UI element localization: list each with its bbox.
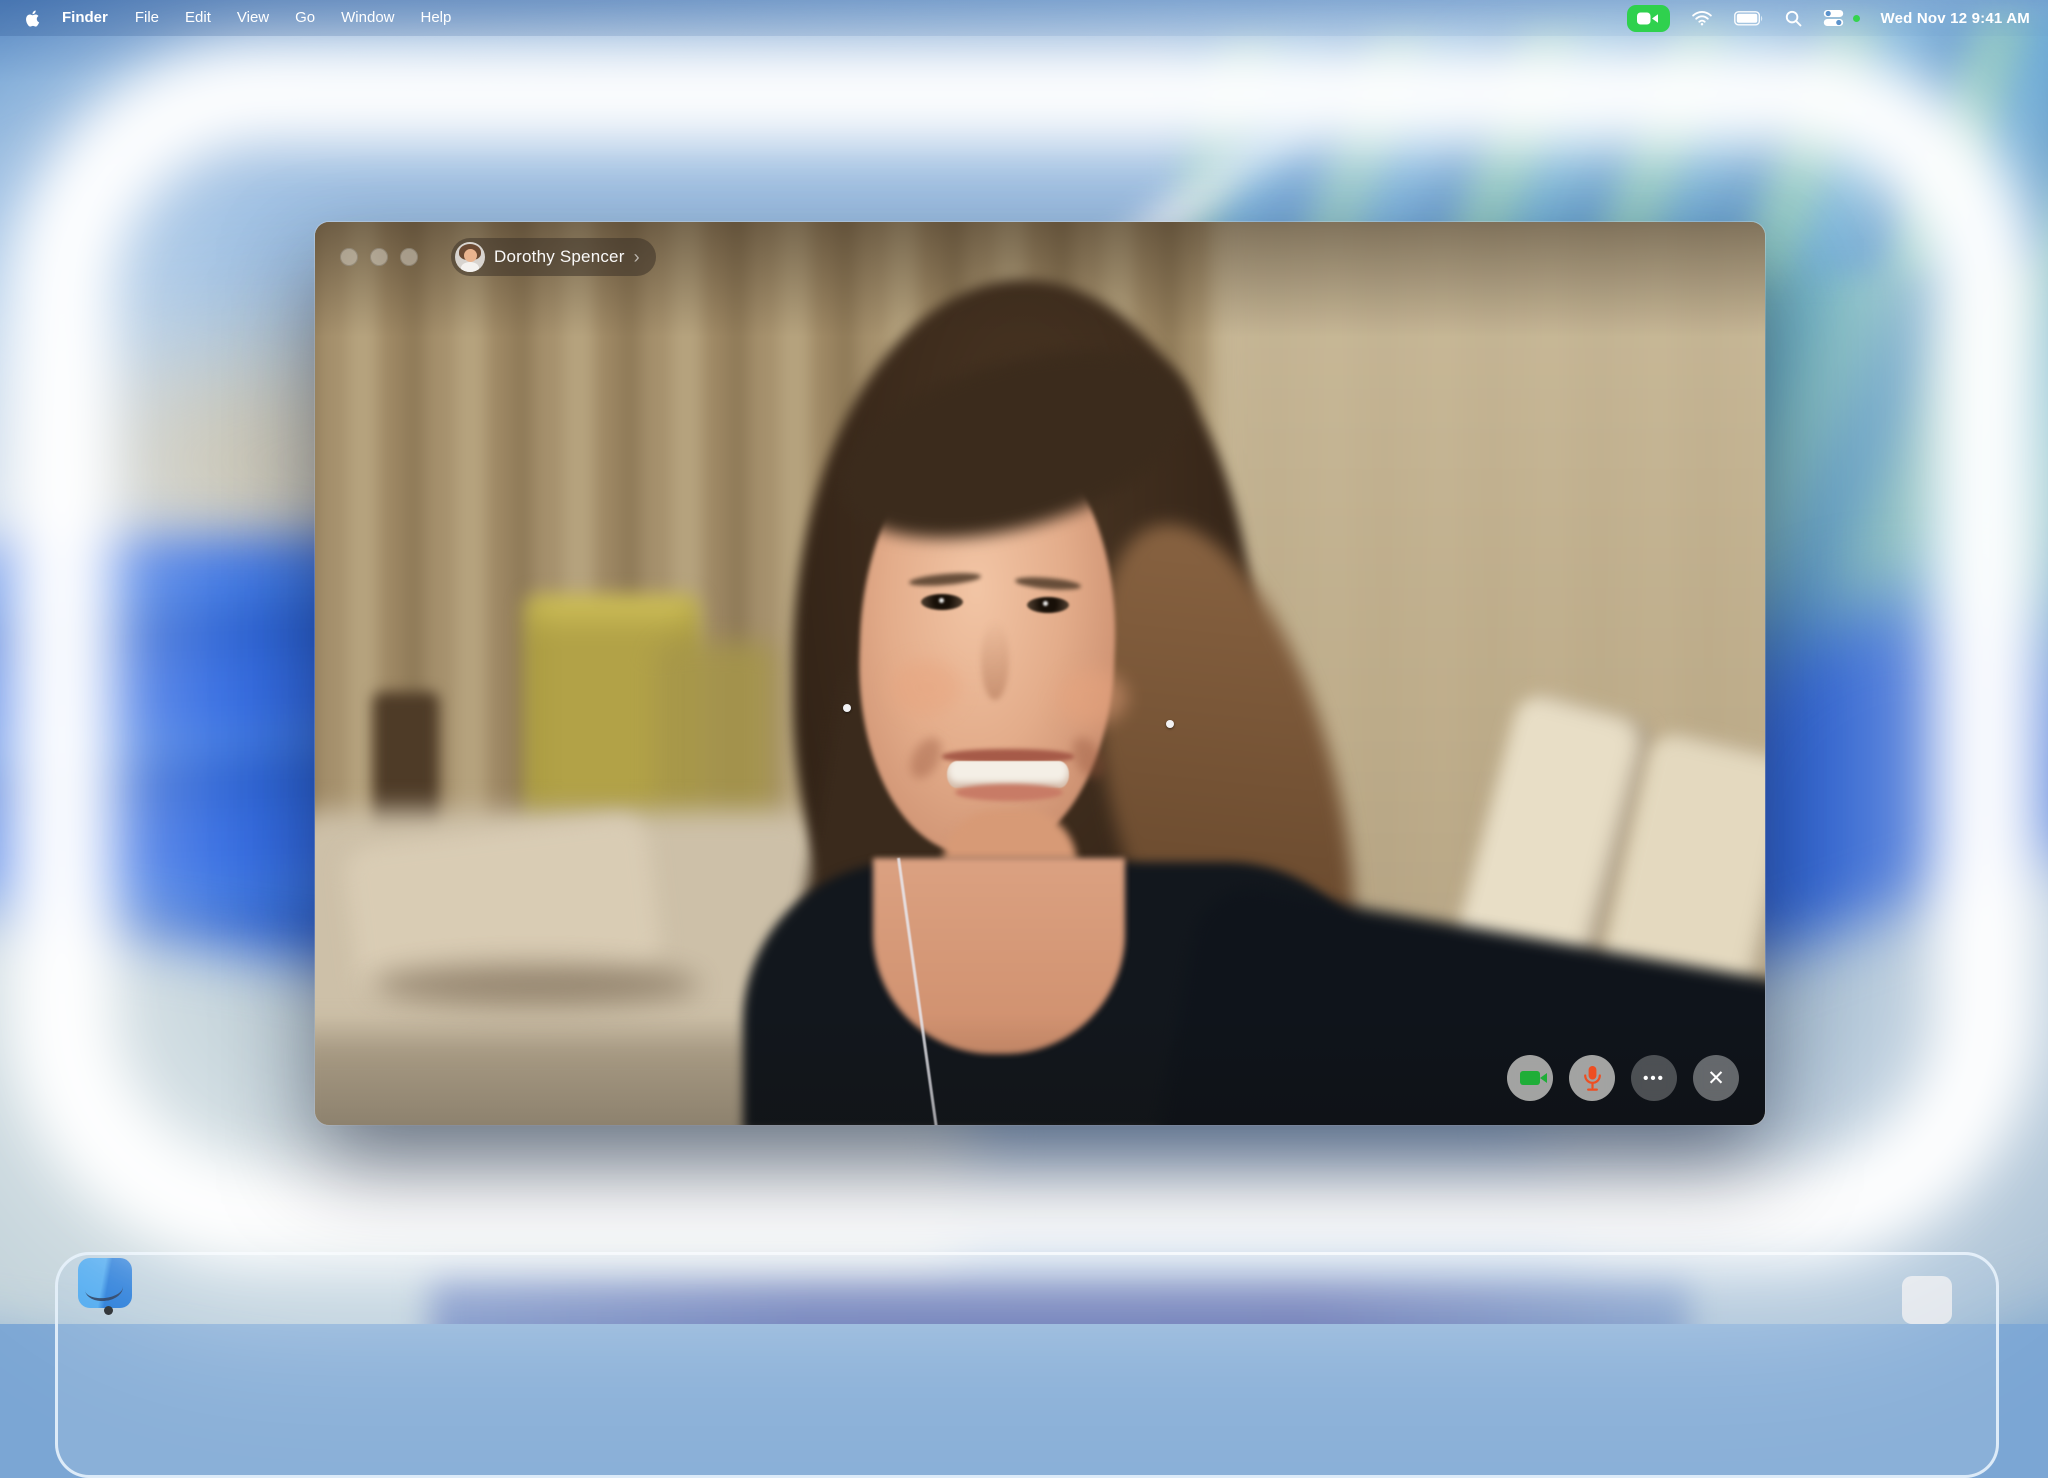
menu-item-help[interactable]: Help	[408, 0, 465, 36]
chevron-right-icon: ›	[634, 248, 640, 266]
apple-logo-icon	[24, 9, 40, 28]
camera-toggle-button[interactable]	[1507, 1055, 1553, 1101]
contact-avatar	[455, 242, 485, 272]
menu-item-go[interactable]: Go	[282, 0, 328, 36]
end-call-button[interactable]: ✕	[1693, 1055, 1739, 1101]
more-options-button[interactable]: •••	[1631, 1055, 1677, 1101]
remote-video-feed	[315, 222, 1765, 1125]
earring-left	[843, 704, 851, 712]
contact-name: Dorothy Spencer	[494, 247, 625, 267]
window-zoom-button[interactable]	[400, 248, 418, 266]
person-cheek-left	[891, 660, 961, 715]
eye-glint	[939, 598, 944, 603]
facetime-status-icon[interactable]	[1627, 5, 1670, 32]
finder-smile-shape	[84, 1274, 124, 1303]
menu-item-window[interactable]: Window	[328, 0, 407, 36]
person-lower-lip	[955, 784, 1063, 801]
cushion-shadow	[370, 964, 700, 1006]
contact-chip[interactable]: Dorothy Spencer ›	[451, 238, 656, 276]
facetime-window: Dorothy Spencer › ••• ✕	[315, 222, 1765, 1125]
window-close-button[interactable]	[340, 248, 358, 266]
status-green-dot	[1853, 15, 1860, 22]
video-camera-icon	[1520, 1071, 1540, 1085]
menu-item-view[interactable]: View	[224, 0, 282, 36]
eye-glint	[1043, 601, 1048, 606]
mute-button[interactable]	[1569, 1055, 1615, 1101]
window-minimize-button[interactable]	[370, 248, 388, 266]
control-center-icon[interactable]	[1823, 9, 1844, 27]
ellipsis-icon: •••	[1643, 1070, 1665, 1087]
background-icon-right	[1902, 1276, 1952, 1324]
background-window-edge	[55, 1252, 1999, 1478]
person-eye-left	[921, 594, 963, 610]
avatar-face	[464, 249, 477, 262]
battery-icon[interactable]	[1734, 11, 1764, 26]
call-controls: ••• ✕	[1507, 1055, 1739, 1101]
wifi-icon[interactable]	[1691, 10, 1713, 26]
finder-dock-icon[interactable]	[78, 1258, 132, 1308]
apple-menu[interactable]	[0, 0, 48, 36]
earring-right	[1166, 720, 1174, 728]
search-icon[interactable]	[1785, 10, 1802, 27]
menu-item-edit[interactable]: Edit	[172, 0, 224, 36]
status-area: Wed Nov 12 9:41 AM	[1627, 5, 2048, 32]
desktop: { "menu_bar": { "app_menus": ["Finder", …	[0, 0, 2048, 1324]
microphone-icon	[1583, 1065, 1602, 1092]
close-icon: ✕	[1707, 1068, 1725, 1089]
avatar-shirt	[461, 262, 479, 272]
menu-item-file[interactable]: File	[122, 0, 172, 36]
person-nose-shadow	[981, 620, 1009, 700]
menu-bar: Finder File Edit View Go Window Help	[0, 0, 2048, 36]
menu-item-finder[interactable]: Finder	[48, 0, 122, 36]
menu-bar-clock[interactable]: Wed Nov 12 9:41 AM	[1881, 10, 2030, 27]
person-eye-right	[1027, 597, 1069, 613]
person-cheek-right	[1057, 670, 1127, 725]
dock-running-indicator-dot	[104, 1306, 113, 1315]
